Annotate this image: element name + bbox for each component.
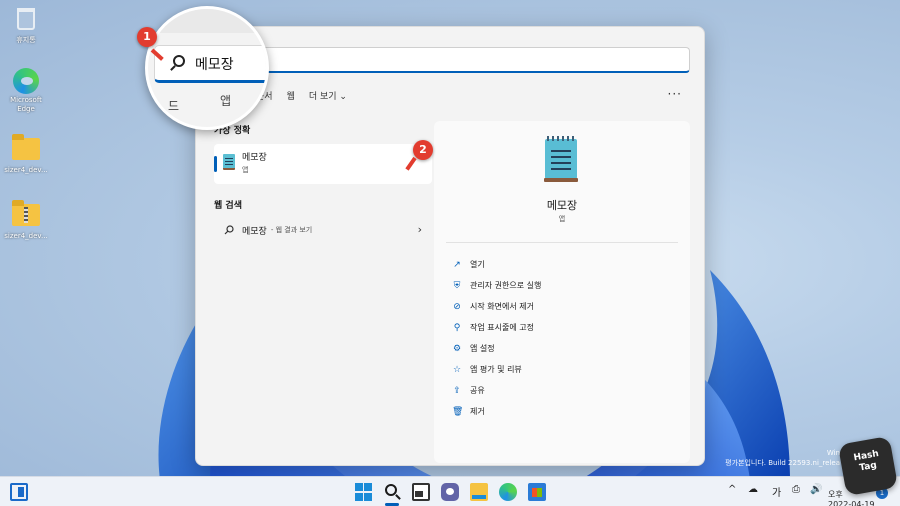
- recycle-bin-icon: [17, 8, 35, 30]
- app-detail-pane: 메모장 앱 ↗ 열기 ⛨ 관리자 권한으로 실행 ⊘ 시작 화면에서 제거 ⚲ 작업 표…: [434, 121, 690, 463]
- more-options-button[interactable]: ···: [668, 87, 682, 101]
- step-badge-2: 2: [413, 140, 433, 160]
- volume-icon[interactable]: 🔊: [810, 484, 822, 495]
- action-open[interactable]: ↗ 열기: [452, 254, 541, 275]
- magnified-search-input: 메모장: [154, 45, 266, 83]
- action-app-settings[interactable]: ⚙ 앱 설정: [452, 338, 541, 359]
- best-match-heading: 가장 정확: [214, 126, 251, 136]
- results-list: 가장 정확 메모장 앱 웹 검색 메모장 - 웹 결과 보기 ›: [214, 123, 432, 241]
- star-icon: ☆: [452, 364, 462, 375]
- windows-start-icon[interactable]: [355, 483, 373, 501]
- pin-icon: ⚲: [453, 322, 461, 333]
- action-unpin-start[interactable]: ⊘ 시작 화면에서 제거: [452, 296, 541, 317]
- magnifier-callout: 메모장 드 앱: [145, 6, 269, 130]
- search-icon[interactable]: [384, 483, 402, 501]
- store-icon[interactable]: [528, 483, 546, 501]
- magnifier-header-band: [148, 9, 266, 33]
- search-icon: [224, 225, 234, 235]
- search-input[interactable]: [258, 47, 690, 73]
- best-match-result[interactable]: 메모장 앱: [214, 144, 432, 184]
- unpin-icon: ⊘: [453, 301, 461, 312]
- action-label: 시작 화면에서 제거: [470, 302, 534, 311]
- search-panel: 문서 웹 더 보기 ⌄ ··· 가장 정확 메모장 앱 웹 검색 메모장 - 웹…: [195, 26, 705, 466]
- evaluation-watermark: Win 평가본입니다. Build 22593.ni_relea: [725, 448, 840, 468]
- file-explorer-icon[interactable]: [470, 483, 488, 501]
- result-type: 앱: [242, 166, 249, 174]
- zip-folder-icon: [12, 200, 40, 226]
- desktop-icon-recycle-bin[interactable]: 휴지통: [4, 6, 48, 45]
- desktop-icon-label: sizer4_dev...: [4, 232, 48, 240]
- taskbar: ^ ☁ 가 ⎙ 🔊 오후 2022-04-19 1: [0, 476, 900, 506]
- action-pin-taskbar[interactable]: ⚲ 작업 표시줄에 고정: [452, 317, 541, 338]
- open-external-icon: ↗: [453, 259, 461, 270]
- app-actions: ↗ 열기 ⛨ 관리자 권한으로 실행 ⊘ 시작 화면에서 제거 ⚲ 작업 표시줄에 고정…: [452, 254, 541, 422]
- edge-icon[interactable]: [499, 483, 517, 501]
- web-search-result[interactable]: 메모장 - 웹 결과 보기 ›: [214, 219, 432, 241]
- result-title: 메모장: [242, 153, 267, 163]
- desktop-icon-zip-folder[interactable]: sizer4_dev...: [4, 200, 48, 241]
- action-rate-review[interactable]: ☆ 앱 평가 및 리뷰: [452, 359, 541, 380]
- admin-shield-icon: ⛨: [453, 280, 461, 291]
- network-icon[interactable]: ⎙: [792, 484, 800, 495]
- step-badge-1: 1: [137, 27, 157, 47]
- watermark-line: Win: [826, 449, 840, 457]
- folder-icon: [12, 134, 40, 160]
- desktop-icon-label: 휴지통: [16, 36, 36, 44]
- action-label: 공유: [470, 386, 485, 395]
- magnified-fragment: 앱: [220, 94, 232, 108]
- action-label: 작업 표시줄에 고정: [470, 323, 534, 332]
- tab-web[interactable]: 웹: [287, 89, 295, 102]
- onedrive-icon[interactable]: ☁: [748, 484, 758, 495]
- chevron-up-icon[interactable]: ^: [728, 484, 736, 495]
- magnified-fragment: 드: [168, 99, 180, 113]
- action-label: 관리자 권한으로 실행: [470, 281, 542, 290]
- trash-icon: 🗑: [452, 406, 464, 417]
- task-view-icon[interactable]: [412, 483, 430, 501]
- search-icon: [173, 55, 185, 67]
- web-result-suffix: - 웹 결과 보기: [270, 226, 313, 234]
- widgets-icon[interactable]: [10, 483, 28, 501]
- action-label: 제거: [470, 407, 485, 416]
- magnified-query: 메모장: [195, 57, 234, 73]
- edge-icon: [13, 68, 39, 94]
- action-label: 열기: [470, 260, 485, 269]
- clock-date: 2022-04-19: [828, 500, 875, 506]
- web-query: 메모장: [242, 226, 267, 237]
- share-icon: ⇪: [453, 385, 461, 396]
- notepad-binding: [547, 136, 575, 141]
- gear-icon: ⚙: [452, 343, 462, 354]
- watermark-line: 평가본입니다. Build 22593.ni_relea: [725, 459, 840, 467]
- notepad-large-icon: [544, 139, 578, 182]
- desktop-icon-label: Microsoft Edge: [10, 96, 42, 113]
- action-uninstall[interactable]: 🗑 제거: [452, 401, 541, 422]
- action-label: 앱 설정: [470, 344, 495, 353]
- input-method-icon[interactable]: 가: [772, 484, 781, 499]
- action-run-as-admin[interactable]: ⛨ 관리자 권한으로 실행: [452, 275, 542, 296]
- search-filter-tabs: 문서 웹 더 보기 ⌄: [256, 89, 347, 102]
- app-type: 앱: [558, 215, 566, 223]
- action-label: 앱 평가 및 리뷰: [470, 365, 522, 374]
- desktop-icon-label: sizer4_dev...: [4, 166, 48, 174]
- tab-more[interactable]: 더 보기 ⌄: [309, 89, 347, 102]
- chat-icon[interactable]: [441, 483, 459, 501]
- app-title: 메모장: [546, 199, 578, 212]
- desktop-icon-edge[interactable]: Microsoft Edge: [4, 68, 48, 114]
- hashtag-logo: Hash Tag: [837, 435, 899, 497]
- action-share[interactable]: ⇪ 공유: [452, 380, 541, 401]
- notepad-icon: [223, 154, 235, 170]
- web-search-heading: 웹 검색: [214, 201, 242, 211]
- desktop-icon-folder[interactable]: sizer4_dev...: [4, 134, 48, 175]
- divider: [446, 242, 678, 243]
- chevron-right-icon: ›: [417, 223, 422, 236]
